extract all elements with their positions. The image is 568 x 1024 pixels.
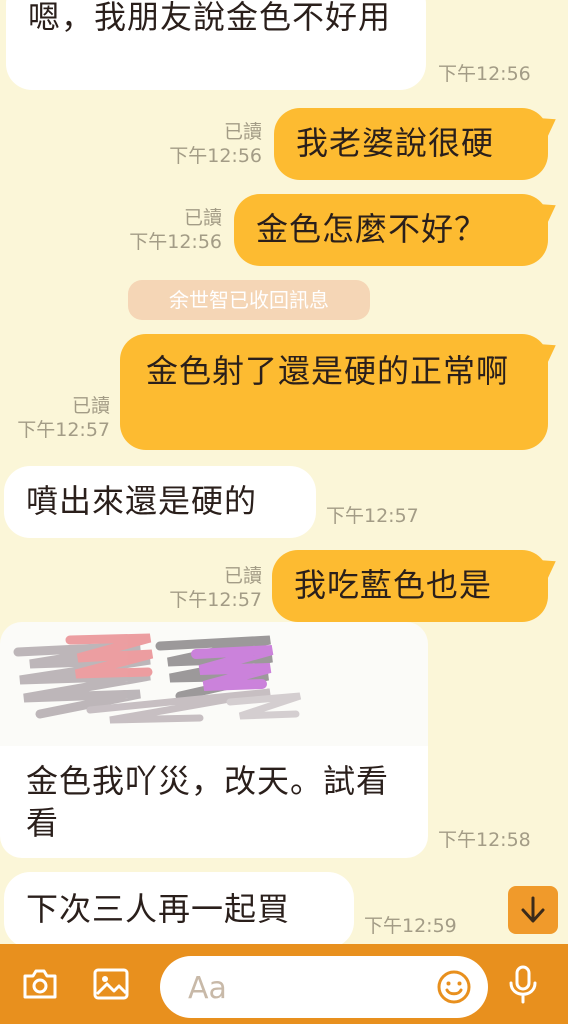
outgoing-message[interactable]: 金色怎麼不好？ — [234, 194, 548, 266]
message-time: 下午12:59 — [364, 915, 457, 937]
emoji-icon[interactable] — [436, 969, 472, 1005]
incoming-message[interactable]: 嗯，我朋友說金色不好用 — [6, 0, 426, 90]
message-text: 嗯，我朋友說金色不好用 — [28, 0, 392, 36]
message-input-box[interactable] — [160, 956, 488, 1018]
message-text: 我老婆說很硬 — [296, 124, 495, 162]
incoming-message[interactable]: 下次三人再一起買 — [4, 872, 354, 944]
message-meta: 已讀 下午12:57 — [152, 564, 262, 612]
redacted-scribble — [0, 622, 428, 748]
message-meta: 已讀 下午12:56 — [110, 206, 222, 254]
outgoing-message[interactable]: 我老婆說很硬 — [274, 108, 548, 180]
message-text: 金色怎麼不好？ — [256, 210, 488, 248]
message-time: 下午12:57 — [17, 419, 110, 441]
scribble-drawing — [13, 633, 302, 724]
chat-area[interactable]: 嗯，我朋友說金色不好用 下午12:56 已讀 下午12:56 我老婆說很硬 已讀… — [0, 0, 568, 944]
microphone-icon[interactable] — [503, 964, 543, 1004]
camera-icon[interactable] — [20, 964, 60, 1004]
system-notice: 余世智已收回訊息 — [128, 280, 370, 320]
message-text: 噴出來還是硬的 — [26, 482, 258, 520]
message-time: 下午12:57 — [326, 505, 419, 527]
image-icon[interactable] — [91, 964, 131, 1004]
message-text: 金色射了還是硬的正常啊 — [146, 352, 510, 390]
message-time: 下午12:56 — [129, 231, 222, 253]
read-receipt: 已讀 — [223, 121, 262, 143]
message-time: 下午12:57 — [169, 589, 262, 611]
message-meta: 已讀 下午12:57 — [4, 394, 110, 442]
message-time: 下午12:56 — [169, 145, 262, 167]
message-time: 下午12:56 — [438, 63, 531, 85]
scroll-to-bottom-button[interactable] — [508, 886, 558, 934]
message-meta: 已讀 下午12:56 — [150, 120, 262, 168]
message-text: 我吃藍色也是 — [294, 566, 493, 604]
incoming-message[interactable]: 金色我吖災，改天。試看看 — [0, 746, 428, 858]
outgoing-message[interactable]: 金色射了還是硬的正常啊 — [120, 334, 548, 450]
message-input[interactable] — [186, 966, 420, 1010]
outgoing-message[interactable]: 我吃藍色也是 — [272, 550, 548, 622]
incoming-message[interactable]: 噴出來還是硬的 — [4, 466, 316, 538]
message-time: 下午12:58 — [438, 829, 531, 851]
message-text: 下次三人再一起買 — [26, 890, 291, 928]
arrow-down-icon — [521, 896, 545, 923]
read-receipt: 已讀 — [71, 395, 110, 417]
read-receipt: 已讀 — [223, 565, 262, 587]
read-receipt: 已讀 — [183, 207, 222, 229]
message-text: 金色我吖災，改天。試看看 — [26, 762, 390, 842]
